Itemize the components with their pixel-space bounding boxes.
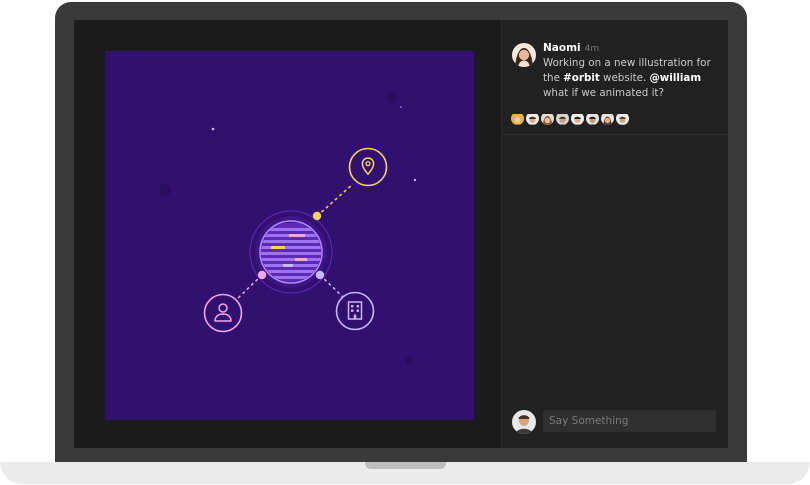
message-header: Naomi 4m [543,42,599,54]
background-star [400,106,402,108]
channel-tag[interactable]: #orbit [563,72,600,84]
illustration-artboard [105,51,474,420]
background-particle [405,357,413,365]
background-particle [159,184,171,196]
current-user-avatar[interactable] [512,410,536,434]
message-text-part: what if we animated it? [543,87,664,99]
user-icon [203,293,243,333]
message-text-part: website. [599,72,650,84]
message-text: Working on a new illustration for the #o… [543,56,721,101]
reaction-avatar[interactable] [556,112,569,125]
naomi-avatar[interactable] [512,43,536,67]
connector-location [316,183,354,217]
laptop-hinge-notch [365,462,446,469]
connector-building [319,274,344,298]
background-particle [387,93,397,103]
reaction-avatar[interactable] [541,112,554,125]
connector-user [236,274,263,300]
dot-user [257,270,267,280]
reaction-avatar[interactable] [571,112,584,125]
dot-location [312,211,322,221]
laptop-screen: Naomi 4m Working on a new illustration fo… [74,20,728,448]
background-star [211,127,215,131]
say-something-input[interactable] [543,410,716,432]
author-name[interactable]: Naomi [543,42,581,54]
reaction-avatar[interactable] [526,112,539,125]
chat-panel: Naomi 4m Working on a new illustration fo… [501,20,728,448]
reaction-avatar[interactable] [511,112,524,125]
message-time: 4m [584,44,600,54]
user-mention[interactable]: @william [650,72,702,84]
background-star [413,178,417,182]
message-composer [512,408,718,434]
chat-divider [502,134,728,135]
reaction-avatar[interactable] [616,112,629,125]
reaction-avatar[interactable] [586,112,599,125]
dot-building [315,270,325,280]
reaction-avatar[interactable] [601,112,614,125]
building-icon [335,291,375,331]
orbit-illustration [159,93,417,365]
location-pin-icon [348,147,388,187]
